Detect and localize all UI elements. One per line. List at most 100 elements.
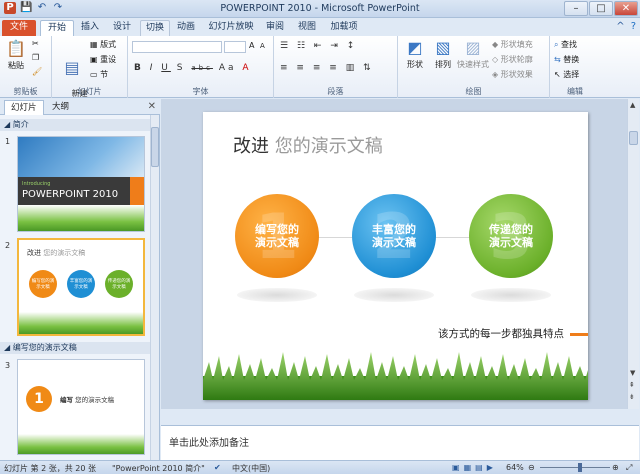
font-shrink-button[interactable]: A — [260, 42, 265, 50]
notes-splitter[interactable] — [161, 409, 639, 425]
strikethrough-button[interactable]: abc — [191, 64, 213, 72]
format-painter-icon[interactable]: 🖌 — [32, 67, 42, 76]
slide-title[interactable]: 改进 您的演示文稿 — [233, 132, 383, 158]
decrease-indent-icon[interactable]: ⇤ — [314, 41, 325, 51]
scroll-up-icon[interactable]: ▲ — [630, 101, 635, 109]
numbering-icon[interactable]: ☷ — [297, 41, 308, 51]
spellcheck-icon[interactable]: ✔ — [214, 463, 221, 472]
help-icon[interactable]: ? — [631, 21, 636, 32]
close-button[interactable]: ✕ — [614, 1, 638, 16]
notes-placeholder[interactable]: 单击此处添加备注 — [169, 434, 249, 449]
section-header-writing[interactable]: ◢ 编写您的演示文稿 — [0, 342, 150, 354]
shape-effects-button[interactable]: ◈ 形状效果 — [492, 69, 533, 80]
arrange-button[interactable]: ▧ 排列 — [430, 39, 456, 70]
find-button[interactable]: ⌕ 查找 — [554, 39, 577, 50]
align-left-icon[interactable]: ≡ — [280, 63, 291, 73]
scroll-down-icon[interactable]: ▼ — [630, 369, 635, 377]
fit-to-window-icon[interactable]: ⤢ — [626, 463, 632, 473]
normal-view-icon[interactable]: ▣ — [452, 463, 464, 472]
zoom-out-icon[interactable]: ⊖ — [528, 463, 535, 472]
minimize-ribbon-icon[interactable]: ^ — [616, 21, 624, 32]
italic-button[interactable]: I — [150, 63, 156, 73]
font-name-combo[interactable] — [132, 41, 222, 53]
tab-review[interactable]: 审阅 — [262, 20, 288, 36]
cut-icon[interactable]: ✂ — [32, 39, 39, 48]
bold-button[interactable]: B — [134, 63, 144, 73]
slide-thumbnail-2[interactable]: 改进 您的演示文稿 编写您的演示文稿 丰富您的演示文稿 传递您的演示文稿 — [17, 238, 145, 336]
layout-button[interactable]: ▦ 版式 — [90, 39, 116, 50]
tab-transitions[interactable]: 切换 — [140, 20, 170, 36]
thumbnail-grass — [19, 312, 143, 334]
current-slide[interactable]: 改进 您的演示文稿 1 编写您的 演示文稿 2 丰富您的 演示文稿 3 传递您的 演示… — [203, 112, 588, 400]
justify-icon[interactable]: ≡ — [329, 63, 340, 73]
ribbon-tab-bar: 文件 开始 插入 设计 切换 动画 幻灯片放映 审阅 视图 加载项 ^ ? — [0, 18, 640, 36]
slide-thumbnail-3[interactable]: 1 编写 您的演示文稿 — [17, 359, 145, 455]
quick-styles-button[interactable]: ▨ 快速样式 — [456, 39, 490, 70]
text-direction-icon[interactable]: ⇅ — [363, 63, 374, 73]
scrollbar-thumb[interactable] — [151, 127, 159, 167]
slide-number-2: 2 — [5, 241, 11, 250]
circle-write[interactable]: 1 编写您的 演示文稿 — [235, 194, 319, 278]
slide-sorter-icon[interactable]: ▦ — [464, 463, 476, 472]
line-spacing-icon[interactable]: ↕ — [347, 41, 358, 51]
slide-slogan[interactable]: 该方式的每一步都独具特点 — [438, 326, 564, 341]
paste-button[interactable]: 📋 粘贴 — [4, 40, 28, 71]
close-pane-icon[interactable]: ✕ — [148, 101, 156, 112]
slide-number-3: 3 — [5, 361, 11, 370]
replace-button[interactable]: ⇆ 替换 — [554, 54, 579, 65]
paste-icon: 📋 — [6, 39, 26, 58]
font-group-label: 字体 — [192, 87, 209, 96]
reset-icon: ▣ — [90, 55, 101, 64]
select-button[interactable]: ↖ 选择 — [554, 69, 579, 80]
tab-outline[interactable]: 大纲 — [46, 100, 75, 115]
notes-pane[interactable]: 单击此处添加备注 — [161, 425, 639, 460]
zoom-slider[interactable] — [540, 467, 610, 468]
tab-slides-thumbnails[interactable]: 幻灯片 — [4, 100, 44, 115]
slides-pane-scrollbar[interactable] — [150, 115, 159, 460]
shape-fill-button[interactable]: ◆ 形状填充 — [492, 39, 533, 50]
align-right-icon[interactable]: ≡ — [313, 63, 324, 73]
bullets-icon[interactable]: ☰ — [280, 41, 291, 51]
find-icon: ⌕ — [554, 40, 562, 49]
increase-indent-icon[interactable]: ⇥ — [330, 41, 341, 51]
font-size-combo[interactable] — [224, 41, 246, 53]
language-indicator[interactable]: 中文(中国) — [232, 463, 270, 474]
circle-deliver[interactable]: 3 传递您的 演示文稿 — [469, 194, 553, 278]
zoom-in-icon[interactable]: ⊕ — [612, 463, 619, 472]
maximize-button[interactable]: □ — [589, 1, 613, 16]
change-case-button[interactable]: Aa — [219, 63, 237, 73]
previous-slide-icon[interactable]: ⇞ — [629, 381, 635, 389]
tab-insert[interactable]: 插入 — [76, 20, 104, 36]
next-slide-icon[interactable]: ⇟ — [629, 393, 635, 401]
shadow-button[interactable]: S — [177, 63, 186, 73]
font-color-icon[interactable]: A — [242, 63, 251, 73]
font-grow-button[interactable]: A — [249, 41, 254, 50]
zoom-slider-thumb[interactable] — [578, 463, 582, 472]
tab-design[interactable]: 设计 — [108, 20, 136, 36]
columns-icon[interactable]: ▥ — [346, 63, 358, 73]
reading-view-icon[interactable]: ▤ — [475, 463, 487, 472]
tab-home[interactable]: 开始 — [40, 20, 74, 36]
reset-button[interactable]: ▣ 重设 — [90, 54, 116, 65]
tab-view[interactable]: 视图 — [294, 20, 320, 36]
circle-enrich[interactable]: 2 丰富您的 演示文稿 — [352, 194, 436, 278]
tab-slideshow[interactable]: 幻灯片放映 — [206, 20, 256, 36]
underline-button[interactable]: U — [161, 63, 171, 73]
section-button[interactable]: ▭ 节 — [90, 69, 108, 80]
tab-animations[interactable]: 动画 — [172, 20, 200, 36]
window-title: POWERPOINT 2010 - Microsoft PowerPoint — [220, 3, 420, 14]
copy-icon[interactable]: ❐ — [32, 53, 39, 62]
slideshow-icon[interactable]: ▶ — [487, 463, 497, 472]
slide-scrollbar[interactable]: ▲ ▼ ⇞ ⇟ — [627, 99, 639, 409]
minimize-button[interactable]: – — [564, 1, 588, 16]
scrollbar-thumb[interactable] — [629, 131, 638, 145]
shape-outline-button[interactable]: ◇ 形状轮廓 — [492, 54, 533, 65]
slide-thumbnail-1[interactable]: Introducing POWERPOINT 2010 — [17, 136, 145, 232]
tab-file[interactable]: 文件 — [2, 20, 36, 36]
shapes-button[interactable]: ◩ 形状 — [402, 39, 428, 70]
tab-addins[interactable]: 加载项 — [326, 20, 362, 36]
align-center-icon[interactable]: ≡ — [296, 63, 307, 73]
zoom-level[interactable]: 64% — [506, 463, 524, 472]
paragraph-group: ☰ ☷ ⇤ ⇥ ↕ ≡ ≡ ≡ ≡ ▥ ⇅ 段落 — [274, 36, 398, 98]
section-header-intro[interactable]: ◢ 简介 — [0, 119, 150, 131]
